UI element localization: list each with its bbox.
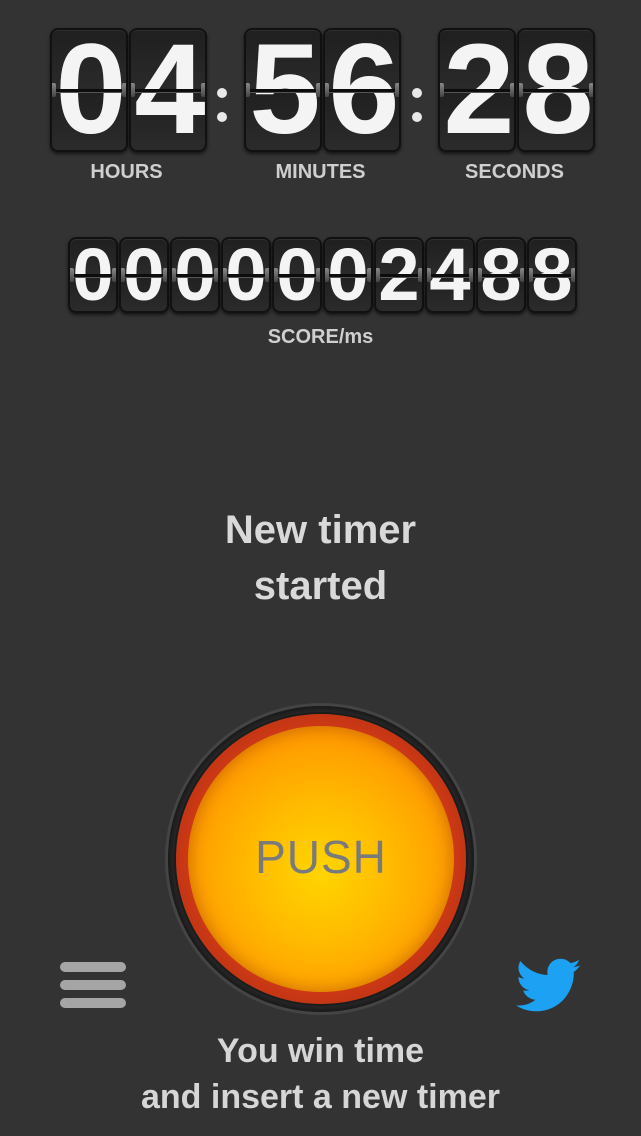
status-message-line1: New timer (224, 508, 417, 552)
hours-digit-ones: 4 (129, 28, 207, 152)
score-digit-8: 4 (425, 237, 475, 313)
push-button-ring: PUSH (176, 714, 466, 1004)
minutes-label: MINUTES (275, 161, 366, 183)
footer-text: You win time and insert a new timer (0, 1028, 641, 1120)
seconds-label: SECONDS (465, 161, 564, 183)
hamburger-menu-icon (60, 962, 126, 972)
score-digit-4: 0 (221, 237, 271, 313)
status-message-line2: started (253, 564, 388, 608)
score-digit-9: 8 (476, 237, 526, 313)
score-digit-3: 0 (170, 237, 220, 313)
score-digit-6: 0 (323, 237, 373, 313)
score-digit-10: 8 (527, 237, 577, 313)
seconds-digit-tens: 2 (438, 28, 516, 152)
push-button-bezel: PUSH (168, 706, 474, 1012)
push-button-label: PUSH (255, 831, 387, 883)
footer-line2: and insert a new timer (141, 1078, 500, 1116)
minutes-seconds-separator (412, 88, 422, 124)
minutes-digit-ones: 6 (323, 28, 401, 152)
footer-line1: You win time (216, 1032, 425, 1070)
status-message: New timer started (0, 502, 641, 614)
minutes-digit-tens: 5 (244, 28, 322, 152)
hours-label: HOURS (90, 161, 163, 183)
score-digit-1: 0 (68, 237, 118, 313)
hours-minutes-separator (217, 88, 227, 124)
twitter-bird-icon (515, 958, 581, 1012)
score-digit-2: 0 (119, 237, 169, 313)
score-digit-5: 0 (272, 237, 322, 313)
seconds-digit-ones: 8 (517, 28, 595, 152)
score-label: SCORE/ms (267, 326, 374, 348)
menu-button[interactable] (60, 962, 126, 1008)
score-digit-7: 2 (374, 237, 424, 313)
twitter-share-button[interactable] (515, 958, 582, 1014)
hours-digit-tens: 0 (50, 28, 128, 152)
push-button[interactable]: PUSH (188, 726, 454, 992)
